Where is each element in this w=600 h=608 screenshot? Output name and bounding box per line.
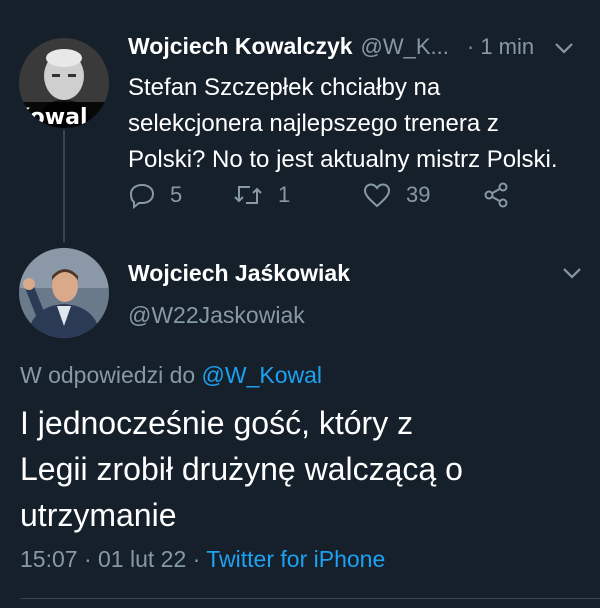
tweet2-author-handle[interactable]: @W22Jaskowiak bbox=[128, 302, 305, 329]
reply-count: 5 bbox=[170, 182, 183, 207]
tweet1-text: Stefan Szczepłek chciałby na selekcjoner… bbox=[128, 70, 588, 178]
replying-to-label: W odpowiedzi do bbox=[20, 362, 196, 388]
avatar-wojciech-kowalczyk[interactable]: Kowal bbox=[19, 38, 109, 128]
tweet1-text-line: selekcjonera najlepszego trenera z bbox=[128, 110, 499, 137]
tweet2-source-link[interactable]: Twitter for iPhone bbox=[206, 546, 385, 572]
avatar-kowalczyk-image: Kowal bbox=[19, 38, 109, 128]
tweet2-text-line: utrzymanie bbox=[20, 497, 177, 533]
tweet2-text: I jednocześnie gość, który z Legii zrobi… bbox=[20, 400, 590, 538]
tweet2-text-line: I jednocześnie gość, który z bbox=[20, 405, 414, 441]
tweet1-text-line: Stefan Szczepłek chciałby na bbox=[128, 74, 441, 101]
reply-icon bbox=[129, 183, 155, 209]
thread-connector-line bbox=[63, 130, 65, 242]
replying-to-handle-link[interactable]: @W_Kowal bbox=[202, 362, 323, 388]
bottom-divider bbox=[20, 598, 600, 599]
avatar-jaskowiak-image bbox=[19, 248, 109, 338]
tweet1-header: Wojciech Kowalczyk @W_K... · 1 min bbox=[128, 33, 534, 60]
tweet2-timestamp[interactable]: 15:07 · 01 lut 22 bbox=[20, 546, 186, 572]
share-icon bbox=[484, 182, 508, 208]
tweet2-author-name[interactable]: Wojciech Jaśkowiak bbox=[128, 260, 350, 287]
avatar-wojciech-jaskowiak[interactable] bbox=[19, 248, 109, 338]
tweet1-time[interactable]: · 1 min bbox=[467, 34, 534, 60]
retweet-count: 1 bbox=[278, 182, 291, 207]
replying-to-line: W odpowiedzi do @W_Kowal bbox=[20, 362, 322, 389]
tweet1-author-name[interactable]: Wojciech Kowalczyk bbox=[128, 33, 353, 60]
tweet1-author-handle[interactable]: @W_K... bbox=[361, 34, 449, 60]
meta-separator: · bbox=[186, 546, 207, 572]
share-button[interactable] bbox=[482, 181, 510, 209]
like-icon bbox=[363, 183, 391, 208]
tweet1-text-line: Polski? No to jest aktualny mistrz Polsk… bbox=[128, 146, 558, 173]
tweet2-chevron-down-icon[interactable] bbox=[560, 263, 584, 288]
tweet1-chevron-down-icon[interactable] bbox=[552, 38, 576, 63]
reply-button[interactable]: 5 bbox=[128, 181, 182, 209]
like-button[interactable]: 39 bbox=[362, 181, 430, 209]
retweet-button[interactable]: 1 bbox=[232, 181, 290, 209]
tweet2-meta: 15:07 · 01 lut 22 · Twitter for iPhone bbox=[20, 546, 385, 573]
like-count: 39 bbox=[406, 182, 431, 207]
avatar-overlay-text: Kowal bbox=[19, 105, 88, 128]
retweet-icon bbox=[234, 186, 262, 204]
tweet2-text-line: Legii zrobił drużynę walczącą o bbox=[20, 451, 463, 487]
